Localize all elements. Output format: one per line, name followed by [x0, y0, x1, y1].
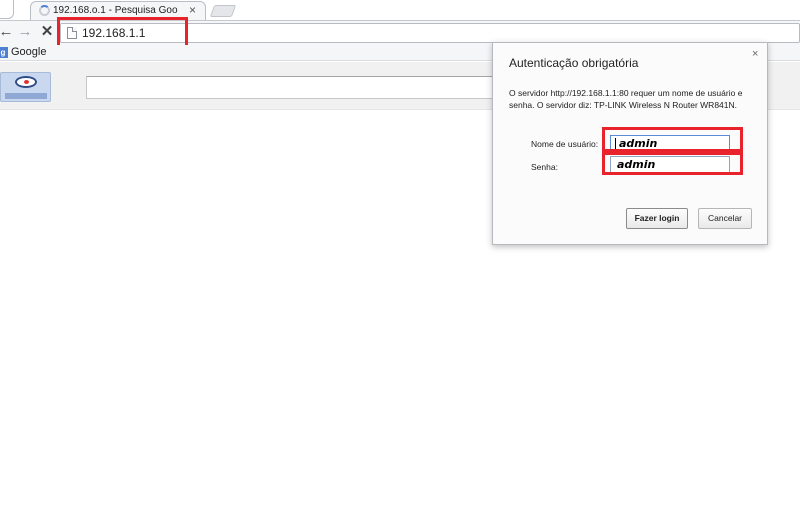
- loading-spinner-icon: [39, 5, 50, 16]
- dialog-message: O servidor http://192.168.1.1:80 requer …: [509, 88, 743, 110]
- stop-loading-icon[interactable]: ✕: [39, 24, 55, 40]
- forward-arrow-icon[interactable]: →: [17, 24, 33, 40]
- dialog-close-icon[interactable]: ×: [752, 48, 758, 60]
- bookmark-google[interactable]: Google: [11, 46, 46, 58]
- browser-window: 192.168.o.1 - Pesquisa Goo × ← → ✕ 192.1…: [0, 0, 800, 515]
- username-label: Nome de usuário:: [531, 139, 599, 149]
- google-search-input[interactable]: [86, 76, 506, 99]
- doodle-base-image: [5, 93, 47, 99]
- username-highlight-box: [602, 127, 743, 152]
- google-doodle-logo[interactable]: [0, 72, 51, 102]
- login-button[interactable]: Fazer login: [626, 208, 688, 229]
- tab-title: 192.168.o.1 - Pesquisa Goo: [53, 5, 178, 16]
- password-label: Senha:: [531, 162, 558, 172]
- back-arrow-icon[interactable]: ←: [0, 24, 14, 40]
- dialog-title: Autenticação obrigatória: [509, 56, 639, 70]
- tab-close-icon[interactable]: ×: [189, 3, 196, 17]
- new-tab-button[interactable]: [209, 5, 237, 17]
- google-icon[interactable]: g: [0, 47, 8, 58]
- cancel-button[interactable]: Cancelar: [698, 208, 752, 229]
- doodle-ball-image: [15, 76, 37, 88]
- password-highlight-box: [602, 152, 743, 175]
- previous-tab-edge[interactable]: [0, 0, 14, 19]
